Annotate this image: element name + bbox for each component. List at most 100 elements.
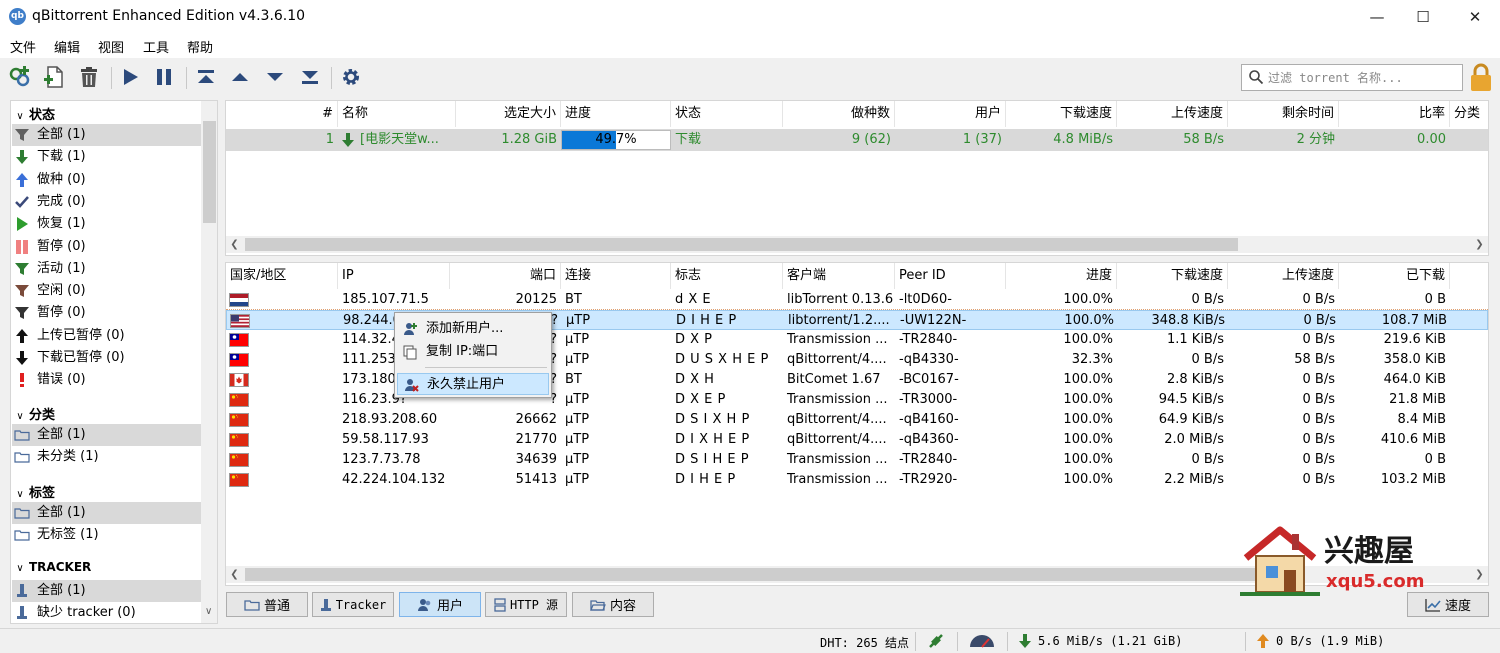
menu-view[interactable]: 视图 <box>98 37 124 56</box>
column-peer-id[interactable]: Peer ID <box>895 263 1006 289</box>
resume-button[interactable] <box>116 63 144 91</box>
upload-speed-status[interactable]: 0 B/s (1.9 MiB) <box>1276 634 1384 648</box>
category-item-uncategorized[interactable]: 未分类 (1) <box>12 446 201 468</box>
menu-help[interactable]: 帮助 <box>187 37 213 56</box>
ban-peer-menu-item[interactable]: 永久禁止用户 <box>397 373 549 395</box>
tracker-item-all[interactable]: 全部 (1) <box>12 580 201 602</box>
download-speed-status[interactable]: 5.6 MiB/s (1.21 GiB) <box>1038 634 1183 648</box>
tracker-section-header[interactable]: ∨ TRACKER <box>11 560 91 574</box>
chevron-left-icon[interactable]: ❮ <box>226 566 243 583</box>
column-flags[interactable]: 标志 <box>671 263 783 289</box>
status-filter-item[interactable]: 做种 (0) <box>12 169 201 191</box>
column-peers[interactable]: 用户 <box>895 101 1006 127</box>
speed-limit-icon[interactable] <box>968 633 996 653</box>
column-ratio[interactable]: 比率 <box>1339 101 1450 127</box>
add-torrent-link-button[interactable] <box>6 63 34 91</box>
add-peer-menu-item[interactable]: 添加新用户... <box>397 318 549 340</box>
status-filter-item[interactable]: 空闲 (0) <box>12 280 201 302</box>
column-status[interactable]: 状态 <box>671 101 783 127</box>
peer-row[interactable]: 123.7.73.78 34639 μTP D S I H E P Transmissi… <box>226 450 1488 470</box>
peer-cell-peerid: -BC0167- <box>899 372 959 387</box>
copy-icon <box>402 344 418 360</box>
chevron-right-icon[interactable]: ❯ <box>1471 566 1488 583</box>
minimize-button[interactable]: — <box>1354 0 1400 34</box>
torrent-row[interactable]: 1 [电影天堂w... 1.28 GiB 49.7% 下载 9 (62) 1 (37) 4.8… <box>226 129 1488 151</box>
column-downloaded[interactable]: 已下载 <box>1339 263 1450 289</box>
close-button[interactable]: ✕ <box>1452 0 1498 34</box>
menu-edit[interactable]: 编辑 <box>54 37 80 56</box>
status-filter-item[interactable]: 错误 (0) <box>12 369 201 391</box>
peer-cell-downloaded: 8.4 MiB <box>1397 412 1446 427</box>
column-progress[interactable]: 进度 <box>1006 263 1117 289</box>
torrent-hscrollbar[interactable]: ❮ ❯ <box>226 236 1488 253</box>
add-torrent-file-button[interactable] <box>41 63 69 91</box>
lock-button[interactable] <box>1467 62 1495 92</box>
chevron-right-icon[interactable]: ❯ <box>1471 236 1488 253</box>
move-top-button[interactable] <box>192 63 220 91</box>
peer-row[interactable]: 59.58.117.93 21770 μTP D I X H E P qBittorre… <box>226 430 1488 450</box>
tab-peers[interactable]: 用户 <box>399 592 481 617</box>
maximize-button[interactable]: ☐ <box>1400 0 1446 34</box>
peer-cell-peerid: -qB4160- <box>899 412 959 427</box>
tag-section-header[interactable]: ∨ 标签 <box>11 482 55 501</box>
move-up-button[interactable] <box>226 63 254 91</box>
column-upload-speed[interactable]: 上传速度 <box>1228 263 1339 289</box>
tab-tracker[interactable]: Tracker <box>312 592 394 617</box>
column-download-speed[interactable]: 下载速度 <box>1006 101 1117 127</box>
tracker-item-trackerless[interactable]: 缺少 tracker (0) <box>12 602 201 623</box>
column-eta[interactable]: 剩余时间 <box>1228 101 1339 127</box>
column-category[interactable]: 分类 <box>1450 101 1488 127</box>
delete-torrent-button[interactable] <box>75 63 103 91</box>
status-filter-item[interactable]: 下载 (1) <box>12 146 201 168</box>
column-ip[interactable]: IP <box>338 263 450 289</box>
search-box[interactable] <box>1241 64 1463 91</box>
menu-file[interactable]: 文件 <box>10 37 36 56</box>
column-port[interactable]: 端口 <box>450 263 561 289</box>
tag-item-untagged[interactable]: 无标签 (1) <box>12 524 201 546</box>
pause-button[interactable] <box>150 63 178 91</box>
menu-tools[interactable]: 工具 <box>143 37 169 56</box>
column-seeds[interactable]: 做种数 <box>783 101 895 127</box>
torrent-hscroll-thumb[interactable] <box>245 238 1238 251</box>
dht-status: DHT: 265 结点 <box>820 636 910 650</box>
connection-status-icon[interactable] <box>927 632 945 653</box>
move-bottom-button[interactable] <box>296 63 324 91</box>
tab-general[interactable]: 普通 <box>226 592 308 617</box>
status-filter-item[interactable]: 完成 (0) <box>12 191 201 213</box>
search-input[interactable] <box>1268 68 1458 87</box>
copy-ip-port-menu-item[interactable]: 复制 IP:端口 <box>397 341 549 363</box>
check-icon <box>14 194 30 210</box>
column-upload-speed[interactable]: 上传速度 <box>1117 101 1228 127</box>
tab-content[interactable]: 内容 <box>572 592 654 617</box>
column-progress[interactable]: 进度 <box>561 101 671 127</box>
column-name[interactable]: 名称 <box>338 101 456 127</box>
status-section-header[interactable]: ∨ 状态 <box>11 104 55 123</box>
sidebar-scrollbar[interactable]: ∨ <box>201 101 217 623</box>
category-section-header[interactable]: ∨ 分类 <box>11 404 55 423</box>
column-download-speed[interactable]: 下载速度 <box>1117 263 1228 289</box>
status-filter-item[interactable]: 暂停 (0) <box>12 302 201 324</box>
options-button[interactable] <box>337 63 365 91</box>
tag-item-all[interactable]: 全部 (1) <box>12 502 201 524</box>
status-filter-item[interactable]: 活动 (1) <box>12 258 201 280</box>
status-filter-item[interactable]: 全部 (1) <box>12 124 201 146</box>
status-filter-item[interactable]: 暂停 (0) <box>12 236 201 258</box>
column-connection[interactable]: 连接 <box>561 263 671 289</box>
peer-hscroll-thumb[interactable] <box>245 568 1260 581</box>
category-item-all[interactable]: 全部 (1) <box>12 424 201 446</box>
sidebar-scroll-thumb[interactable] <box>203 121 216 223</box>
status-filter-item[interactable]: 上传已暂停 (0) <box>12 325 201 347</box>
status-filter-item[interactable]: 下载已暂停 (0) <box>12 347 201 369</box>
move-down-button[interactable] <box>261 63 289 91</box>
chevron-down-icon[interactable]: ∨ <box>205 606 212 617</box>
column-selected-size[interactable]: 选定大小 <box>456 101 561 127</box>
peer-row[interactable]: 185.107.71.5 20125 BT d X E libTorrent 0.13.… <box>226 290 1488 310</box>
status-filter-item[interactable]: 恢复 (1) <box>12 213 201 235</box>
tab-http-sources[interactable]: HTTP 源 <box>485 592 567 617</box>
column-client[interactable]: 客户端 <box>783 263 895 289</box>
peer-row[interactable]: 218.93.208.60 26662 μTP D S I X H P qBittorr… <box>226 410 1488 430</box>
chevron-left-icon[interactable]: ❮ <box>226 236 243 253</box>
peer-row[interactable]: 42.224.104.132 51413 μTP D I H E P Transmiss… <box>226 470 1488 490</box>
play-icon <box>14 216 30 232</box>
speed-button[interactable]: 速度 <box>1407 592 1489 617</box>
